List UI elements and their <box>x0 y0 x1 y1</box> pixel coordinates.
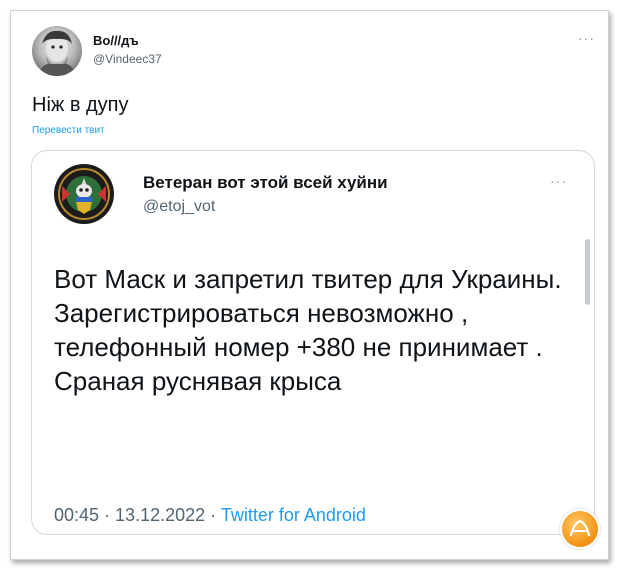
tweet-time[interactable]: 00:45 <box>54 505 99 525</box>
tweet-metadata: 00:45 · 13.12.2022 · Twitter for Android <box>54 505 366 526</box>
meta-separator: · <box>99 505 116 525</box>
quote-more-icon[interactable]: ··· <box>550 173 567 189</box>
outer-author-name[interactable]: Во///дъ <box>93 33 139 48</box>
quote-avatar[interactable] <box>54 164 114 224</box>
meta-separator: · <box>205 505 221 525</box>
translate-link[interactable]: Перевести твит <box>32 125 105 136</box>
tweet-date[interactable]: 13.12.2022 <box>115 505 205 525</box>
quoted-tweet-card[interactable]: Ветеран вот этой всей хуйни @etoj_vot ··… <box>31 150 595 535</box>
outer-tweet-text: Ніж в дупу <box>32 94 129 116</box>
quote-author-name[interactable]: Ветеран вот этой всей хуйни <box>143 173 388 193</box>
watermark-icon <box>569 519 591 537</box>
scrollbar[interactable] <box>585 239 590 305</box>
watermark-logo-icon <box>560 509 600 549</box>
tweet-source[interactable]: Twitter for Android <box>221 505 366 525</box>
quote-author-handle[interactable]: @etoj_vot <box>143 198 215 216</box>
emblem-icon <box>55 165 113 223</box>
quote-tweet-text: Вот Маск и запретил твитер для Украины. … <box>54 264 562 396</box>
outer-avatar[interactable] <box>32 26 82 76</box>
avatar-portrait-icon <box>38 30 76 76</box>
outer-author-handle[interactable]: @Vindeec37 <box>93 52 162 66</box>
outer-more-icon[interactable]: ··· <box>578 30 595 46</box>
